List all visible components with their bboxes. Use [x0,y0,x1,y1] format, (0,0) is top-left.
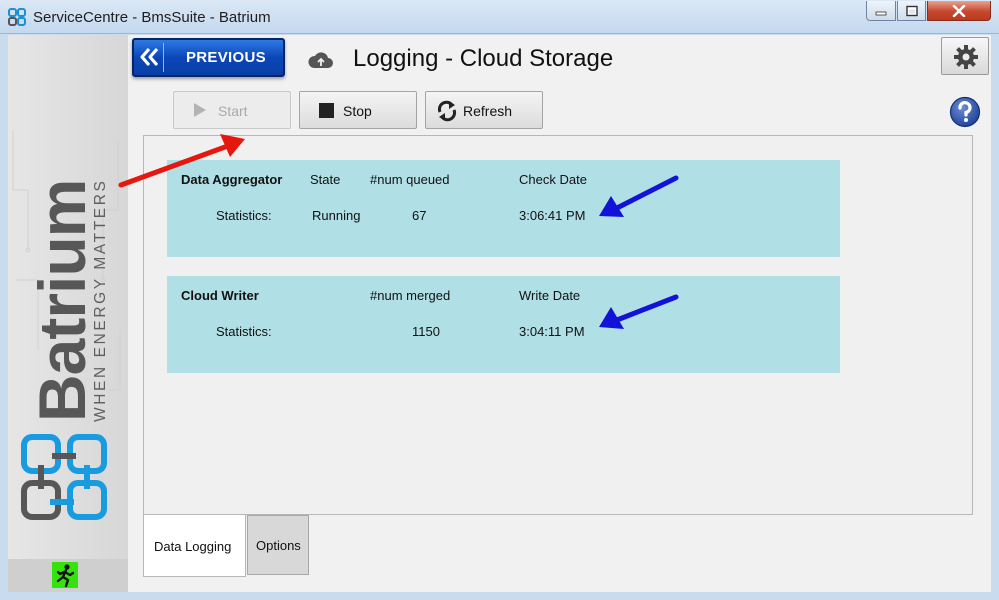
brand-tagline: WHEN ENERGY MATTERS [92,179,109,422]
data-aggregator-card: Data Aggregator State #num queued Check … [167,160,840,257]
merged-header: #num merged [370,288,451,303]
brand-name: Batrium [25,180,99,422]
statistics-label: Statistics: [216,208,272,223]
previous-label: PREVIOUS [186,49,266,66]
refresh-button[interactable]: Refresh [425,91,543,129]
queued-header: #num queued [370,172,450,187]
close-button[interactable] [927,1,991,21]
cloud-writer-card: Cloud Writer #num merged Write Date Stat… [167,276,840,373]
bottom-tabs: Data Logging Options [143,515,973,577]
state-header: State [310,172,341,187]
stop-label: Stop [343,103,372,119]
queued-value: 67 [412,208,427,223]
play-icon [194,103,206,117]
window-titlebar[interactable]: ServiceCentre - BmsSuite - Batrium [0,0,999,34]
start-label: Start [218,103,248,119]
double-chevron-left-icon [137,43,164,72]
sidebar: Batrium WHEN ENERGY MATTERS [8,35,128,592]
stop-button[interactable]: Stop [299,91,417,129]
help-icon[interactable] [949,96,981,128]
logging-panel: Data Aggregator State #num queued Check … [143,135,973,515]
start-button[interactable]: Start [173,91,291,129]
refresh-label: Refresh [463,103,513,119]
minimize-icon [875,11,887,15]
window-title: ServiceCentre - BmsSuite - Batrium [33,9,271,26]
aggregator-state-value: Running [312,208,361,223]
minimize-button[interactable] [866,1,896,21]
refresh-icon [437,100,457,122]
stop-icon [319,103,334,118]
check-date-header: Check Date [519,172,587,187]
batrium-logo: Batrium WHEN ENERGY MATTERS [12,130,121,520]
aggregator-name: Data Aggregator [181,172,283,187]
tab-data-logging[interactable]: Data Logging [143,515,246,577]
statistics-label: Statistics: [216,324,272,339]
maximize-icon [905,5,918,16]
maximize-button[interactable] [897,1,926,21]
tab-label: Data Logging [154,539,232,554]
close-icon [952,4,966,17]
write-date-value: 3:04:11 PM [519,324,585,339]
page-title: Logging - Cloud Storage [353,45,614,72]
tab-options[interactable]: Options [247,515,309,575]
check-date-value: 3:06:41 PM [519,208,586,223]
settings-button[interactable] [941,37,989,75]
exit-running-man-icon[interactable] [52,562,78,588]
tab-label: Options [256,538,301,553]
writer-name: Cloud Writer [181,288,259,303]
app-icon [8,8,26,26]
app-client-area: Batrium WHEN ENERGY MATTERS PREVIOUS Log… [8,35,991,592]
cloud-upload-icon [308,52,333,68]
previous-button[interactable]: PREVIOUS [132,38,285,77]
merged-value: 1150 [412,324,440,339]
gear-icon [954,45,978,69]
write-date-header: Write Date [519,288,581,303]
